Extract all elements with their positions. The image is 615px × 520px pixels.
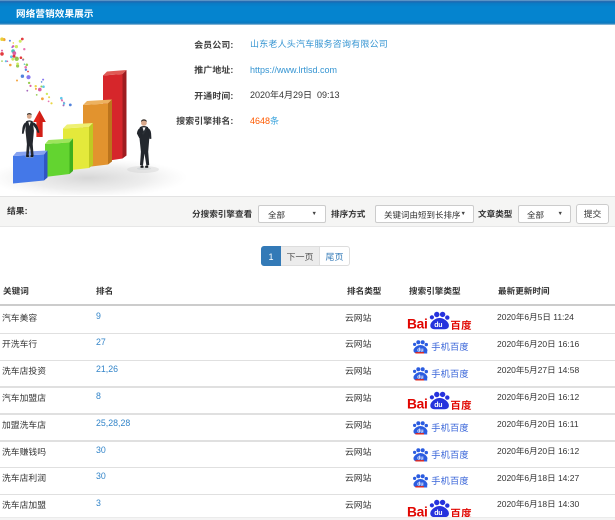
svg-text:百度: 百度: [450, 317, 472, 330]
svg-text:百度: 百度: [450, 504, 472, 517]
svg-text:手机百度: 手机百度: [431, 420, 469, 434]
svg-text:手机百度: 手机百度: [431, 473, 469, 487]
svg-text:手机百度: 手机百度: [431, 447, 469, 461]
svg-text:Bai: Bai: [407, 504, 428, 518]
svg-text:Bai: Bai: [407, 316, 428, 330]
svg-text:du: du: [434, 402, 442, 409]
svg-text:手机百度: 手机百度: [431, 366, 469, 380]
svg-text:手机百度: 手机百度: [431, 339, 469, 353]
svg-text:du: du: [434, 322, 442, 329]
svg-text:百度: 百度: [450, 397, 472, 410]
svg-text:Bai: Bai: [407, 397, 428, 411]
svg-text:du: du: [434, 510, 442, 517]
